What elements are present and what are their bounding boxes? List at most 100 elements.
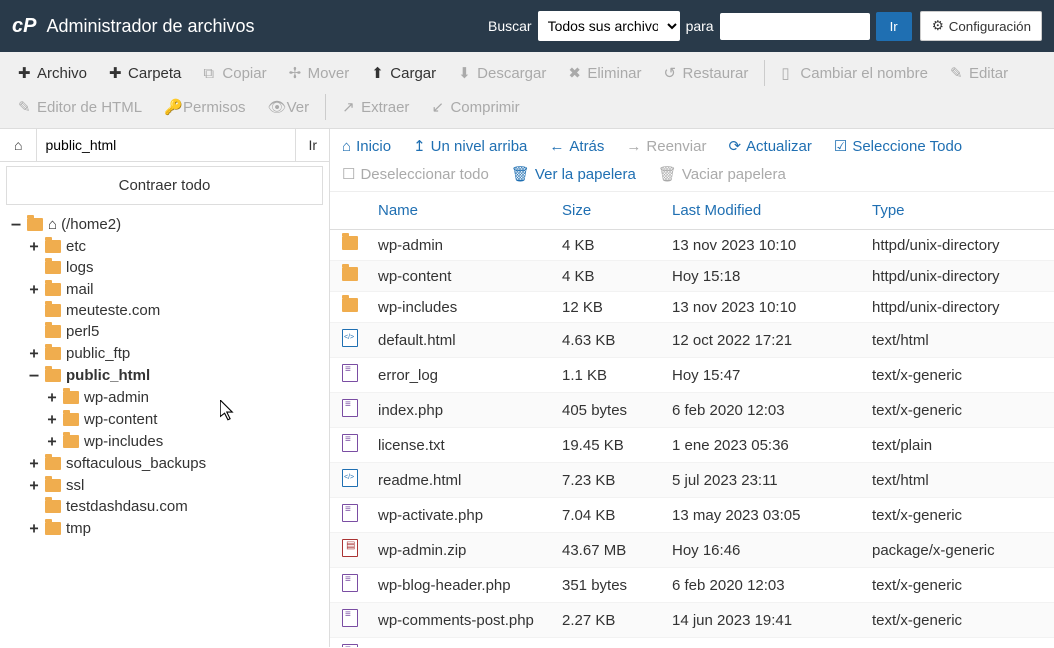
html-editor-button[interactable]: ✎Editor de HTML bbox=[8, 92, 152, 122]
view-button[interactable]: 👁Ver bbox=[258, 92, 320, 122]
tree-node[interactable]: + ssl bbox=[28, 474, 329, 496]
expand-toggle[interactable]: + bbox=[28, 454, 40, 472]
view-trash-button[interactable]: 🗑Ver la papelera bbox=[511, 165, 636, 183]
file-row[interactable]: readme.html7.23 KB5 jul 2023 23:11text/h… bbox=[330, 463, 1054, 498]
zip-icon bbox=[342, 539, 358, 557]
file-row[interactable]: wp-admin.zip43.67 MBHoy 16:46package/x-g… bbox=[330, 533, 1054, 568]
cell-name: license.txt bbox=[370, 428, 554, 463]
upload-button[interactable]: ⬆Cargar bbox=[361, 58, 446, 88]
home-button[interactable]: ⌂ bbox=[0, 129, 37, 161]
tree-node[interactable]: + public_ftp bbox=[28, 342, 329, 364]
tree-node[interactable]: testdashdasu.com bbox=[28, 496, 329, 517]
empty-trash-button[interactable]: 🗑Vaciar papelera bbox=[658, 165, 786, 183]
file-row[interactable]: index.php405 bytes6 feb 2020 12:03text/x… bbox=[330, 393, 1054, 428]
rename-button[interactable]: ▯Cambiar el nombre bbox=[771, 58, 938, 88]
tree-root[interactable]: – ⌂ (/home2) bbox=[10, 213, 329, 235]
col-size[interactable]: Size bbox=[554, 192, 664, 230]
tree-node[interactable]: +mail bbox=[28, 278, 329, 300]
tree-label: meuteste.com bbox=[66, 302, 160, 319]
tree-node[interactable]: + wp-content bbox=[46, 408, 329, 430]
file-row[interactable]: wp-content4 KBHoy 15:18httpd/unix-direct… bbox=[330, 261, 1054, 292]
search-input[interactable] bbox=[720, 13, 870, 40]
file-row[interactable]: error_log1.1 KBHoy 15:47text/x-generic bbox=[330, 358, 1054, 393]
cell-modified: 12 oct 2022 17:21 bbox=[664, 323, 864, 358]
cell-type: text/html bbox=[864, 463, 1054, 498]
tree-node[interactable]: perl5 bbox=[28, 321, 329, 342]
expand-toggle[interactable]: + bbox=[28, 344, 40, 362]
file-row[interactable]: wp-config-sample.php2.94 KB23 feb 2023 1… bbox=[330, 638, 1054, 648]
collapse-toggle[interactable]: – bbox=[28, 366, 40, 384]
select-all-button[interactable]: ☑Seleccione Todo bbox=[834, 137, 962, 155]
file-row[interactable]: wp-activate.php7.04 KB13 may 2023 03:05t… bbox=[330, 498, 1054, 533]
folder-tree: – ⌂ (/home2) +etclogs+mail meuteste.com pe… bbox=[0, 213, 329, 647]
tree-node[interactable]: logs bbox=[28, 257, 329, 278]
tree-node[interactable]: +wp-includes bbox=[46, 430, 329, 452]
home-nav-button[interactable]: ⌂Inicio bbox=[342, 137, 391, 155]
file-row[interactable]: default.html4.63 KB12 oct 2022 17:21text… bbox=[330, 323, 1054, 358]
file-row[interactable]: wp-includes12 KB13 nov 2023 10:10httpd/u… bbox=[330, 292, 1054, 323]
download-button[interactable]: ⬇Descargar bbox=[448, 58, 556, 88]
tree-label: ssl bbox=[66, 477, 84, 494]
tree-node[interactable]: +wp-admin bbox=[46, 386, 329, 408]
expand-toggle[interactable]: + bbox=[28, 237, 40, 255]
up-level-button[interactable]: ↥Un nivel arriba bbox=[413, 137, 527, 155]
col-type[interactable]: Type bbox=[864, 192, 1054, 230]
tree-label: testdashdasu.com bbox=[66, 498, 188, 515]
cpanel-logo: cP bbox=[12, 15, 36, 38]
edit-button[interactable]: ✎Editar bbox=[940, 58, 1018, 88]
file-row[interactable]: license.txt19.45 KB1 ene 2023 05:36text/… bbox=[330, 428, 1054, 463]
collapse-all-button[interactable]: Contraer todo bbox=[6, 166, 323, 205]
tree-node[interactable]: +softaculous_backups bbox=[28, 452, 329, 474]
expand-toggle[interactable]: + bbox=[46, 388, 58, 406]
forward-button[interactable]: →Reenviar bbox=[626, 137, 706, 155]
cell-size: 2.27 KB bbox=[554, 603, 664, 638]
collapse-toggle[interactable]: – bbox=[10, 215, 22, 233]
expand-toggle[interactable]: + bbox=[46, 432, 58, 450]
path-input[interactable] bbox=[37, 129, 295, 161]
cell-name: wp-blog-header.php bbox=[370, 568, 554, 603]
trash-icon: 🗑 bbox=[658, 165, 677, 183]
compress-button[interactable]: ↙Comprimir bbox=[421, 92, 529, 122]
copy-icon: ⧉ bbox=[203, 65, 217, 82]
edit-icon: ✎ bbox=[950, 64, 964, 82]
cell-name: default.html bbox=[370, 323, 554, 358]
col-icon[interactable] bbox=[330, 192, 370, 230]
col-name[interactable]: Name bbox=[370, 192, 554, 230]
path-go-button[interactable]: Ir bbox=[295, 129, 329, 161]
cell-type: text/x-generic bbox=[864, 498, 1054, 533]
cell-type: text/x-generic bbox=[864, 358, 1054, 393]
search-go-button[interactable]: Ir bbox=[876, 12, 912, 41]
location-bar: ⌂ Ir bbox=[0, 129, 329, 162]
permissions-button[interactable]: 🔑Permisos bbox=[154, 92, 256, 122]
reload-button[interactable]: ⟳Actualizar bbox=[728, 137, 811, 155]
tree-node[interactable]: +etc bbox=[28, 235, 329, 257]
file-row[interactable]: wp-admin4 KB13 nov 2023 10:10httpd/unix-… bbox=[330, 230, 1054, 261]
tree-node[interactable]: –public_html bbox=[28, 364, 329, 386]
search-scope-select[interactable]: Todos sus archivos bbox=[538, 11, 680, 41]
file-row[interactable]: wp-comments-post.php2.27 KB14 jun 2023 1… bbox=[330, 603, 1054, 638]
new-folder-button[interactable]: ✚Carpeta bbox=[99, 58, 191, 88]
tree-label: wp-content bbox=[84, 411, 157, 428]
expand-toggle[interactable]: + bbox=[28, 476, 40, 494]
rename-icon: ▯ bbox=[781, 64, 795, 82]
cell-name: readme.html bbox=[370, 463, 554, 498]
tree-node[interactable]: +tmp bbox=[28, 517, 329, 539]
settings-button[interactable]: ⚙ Configuración bbox=[920, 11, 1042, 41]
delete-button[interactable]: ✖Eliminar bbox=[558, 58, 651, 88]
expand-toggle[interactable]: + bbox=[28, 280, 40, 298]
new-file-button[interactable]: ✚Archivo bbox=[8, 58, 97, 88]
main-toolbar: ✚Archivo ✚Carpeta ⧉Copiar ✢Mover ⬆Cargar… bbox=[0, 52, 1054, 129]
deselect-all-button[interactable]: ☐Deseleccionar todo bbox=[342, 165, 489, 183]
cell-modified: 13 nov 2023 10:10 bbox=[664, 230, 864, 261]
restore-button[interactable]: ↺Restaurar bbox=[654, 58, 759, 88]
expand-toggle[interactable]: + bbox=[46, 410, 58, 428]
copy-button[interactable]: ⧉Copiar bbox=[193, 59, 276, 88]
back-button[interactable]: ←Atrás bbox=[549, 137, 604, 155]
tree-node[interactable]: meuteste.com bbox=[28, 300, 329, 321]
col-modified[interactable]: Last Modified bbox=[664, 192, 864, 230]
file-row[interactable]: wp-blog-header.php351 bytes6 feb 2020 12… bbox=[330, 568, 1054, 603]
tree-label: public_ftp bbox=[66, 345, 130, 362]
extract-button[interactable]: ↗Extraer bbox=[332, 92, 419, 122]
move-button[interactable]: ✢Mover bbox=[279, 58, 360, 88]
expand-toggle[interactable]: + bbox=[28, 519, 40, 537]
